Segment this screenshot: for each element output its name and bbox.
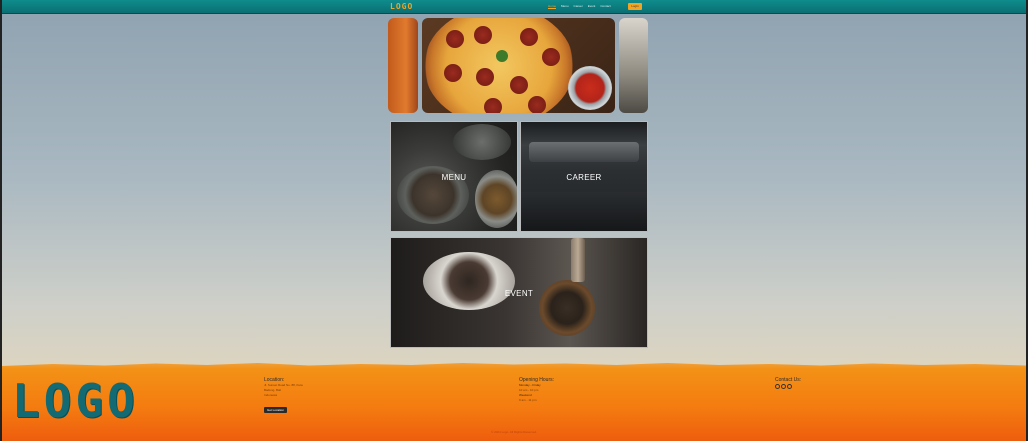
site-footer: LOGO Location: Jl. Sunset Road No. 88, K… <box>2 368 1026 441</box>
sauce-bowl-image <box>568 66 612 110</box>
footer-location: Location: Jl. Sunset Road No. 88, Kuta B… <box>264 377 303 416</box>
event-card-label: EVENT <box>504 289 534 298</box>
social-icons <box>775 384 801 389</box>
top-navbar: LOGO Home Menu Career Event Contact Logi… <box>2 0 1026 14</box>
contact-heading: Contact Us: <box>775 377 802 383</box>
menu-card[interactable]: MENU <box>390 121 518 232</box>
get-location-button[interactable]: Get Location <box>264 407 288 413</box>
nav-logo[interactable]: LOGO <box>390 2 413 11</box>
hours-line: 9 am - 11 pm <box>519 398 537 402</box>
event-card[interactable]: EVENT <box>390 237 648 348</box>
instagram-icon[interactable] <box>787 384 792 389</box>
mail-icon[interactable] <box>781 384 786 389</box>
nav-link-contact[interactable]: Contact <box>600 4 610 9</box>
carousel-slide-next[interactable] <box>619 18 648 113</box>
nav-link-event[interactable]: Event <box>588 4 596 9</box>
whatsapp-icon[interactable] <box>775 384 780 389</box>
carousel-slide-previous[interactable] <box>388 18 418 113</box>
footer-opening-hours: Opening Hours: Monday - Friday 10 am - 1… <box>519 377 554 403</box>
image-carousel[interactable] <box>388 18 648 113</box>
login-button[interactable]: Login <box>628 3 642 10</box>
footer-contact: Contact Us: <box>775 377 801 389</box>
copyright-text: © 2024 Logo. All Rights Reserved. <box>491 430 537 434</box>
footer-logo[interactable]: LOGO <box>12 376 139 426</box>
nav-link-home[interactable]: Home <box>548 4 557 9</box>
nav-link-menu[interactable]: Menu <box>561 4 569 9</box>
pizza-image <box>424 18 574 113</box>
menu-card-label: MENU <box>441 173 467 182</box>
location-line: Indonesia <box>264 393 278 397</box>
career-card[interactable]: CAREER <box>520 121 648 232</box>
career-card-label: CAREER <box>566 173 602 182</box>
nav-link-career[interactable]: Career <box>574 4 583 9</box>
carousel-slide-pizza <box>422 18 615 113</box>
nav-links: Home Menu Career Event Contact <box>548 4 611 9</box>
